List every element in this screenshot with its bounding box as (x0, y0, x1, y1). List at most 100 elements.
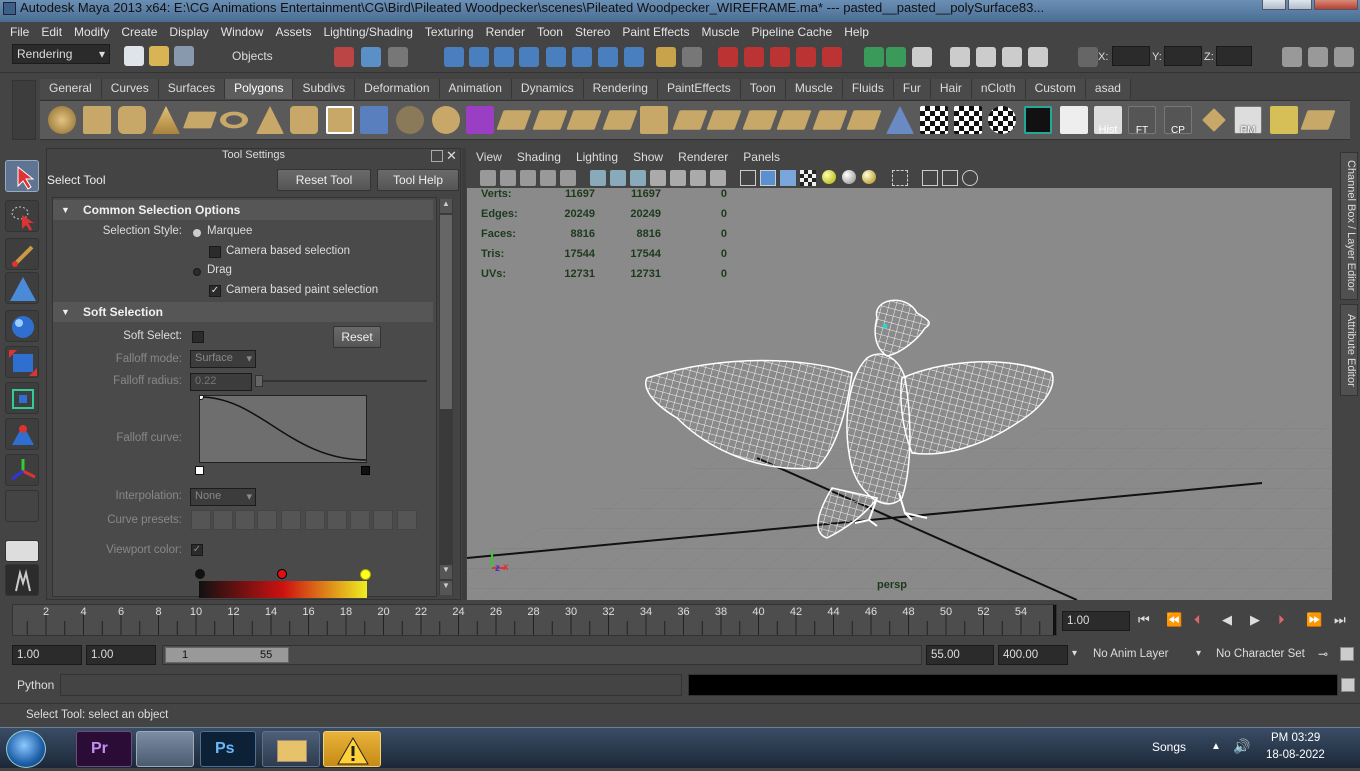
falloff-curve-graph[interactable] (198, 394, 367, 463)
marquee-radio[interactable] (193, 229, 201, 237)
universal-manipulator-icon[interactable] (5, 382, 39, 414)
time-slider[interactable]: 2 4 6 8 10 12 14 16 18 20 22 24 26 28 30 32 34 36 38 40 42 44… (12, 604, 1057, 636)
extrude-icon[interactable] (496, 110, 532, 130)
toggle-attribute-editor-icon[interactable] (1282, 47, 1302, 67)
shelf-tab-curves[interactable]: Curves (101, 79, 159, 99)
paint-select-tool-icon[interactable] (5, 238, 39, 270)
shelf-tab-rendering[interactable]: Rendering (583, 79, 658, 99)
menu-texturing[interactable]: Texturing (419, 25, 480, 39)
anim-layer-label[interactable]: No Anim Layer (1093, 648, 1168, 660)
bookmarks-icon[interactable] (520, 170, 536, 186)
shelf-tab-dynamics[interactable]: Dynamics (511, 79, 584, 99)
safe-title-icon[interactable] (710, 170, 726, 186)
select-by-curve-icon[interactable] (494, 47, 514, 67)
select-tool-icon[interactable] (5, 160, 39, 192)
soft-select-checkbox[interactable] (192, 331, 204, 343)
falloff-radius-slider-track[interactable] (257, 380, 427, 382)
selection-mode-dropdown[interactable]: Objects (228, 47, 324, 67)
paint-tool-icon[interactable] (1202, 108, 1226, 132)
planar-mapping-icon[interactable] (920, 106, 948, 134)
minimize-button[interactable] (1262, 0, 1286, 10)
command-input[interactable] (60, 674, 682, 696)
object-mode-icon[interactable] (361, 47, 381, 67)
layout-icon[interactable] (5, 540, 39, 562)
falloff-radius-field[interactable]: 0.22 (190, 373, 252, 391)
soft-selection-header[interactable]: Soft Selection (53, 302, 433, 322)
poly-cylinder-icon[interactable] (118, 106, 146, 134)
bridge-icon[interactable] (532, 110, 568, 130)
image-plane-icon[interactable] (540, 170, 556, 186)
step-forward-frame-icon[interactable]: ⏩ (1306, 612, 1322, 628)
poly-cone-icon[interactable] (152, 106, 180, 134)
channel-box-tab[interactable]: Channel Box / Layer Editor (1340, 152, 1358, 300)
append-polygon-icon[interactable] (566, 110, 602, 130)
preset-double-bell-icon[interactable] (305, 510, 325, 530)
select-by-deformation-icon[interactable] (546, 47, 566, 67)
scroll-up-icon[interactable]: ▲ (440, 199, 452, 213)
woodpecker-wireframe-model[interactable] (637, 298, 1057, 548)
poly-pipe-icon[interactable] (290, 106, 318, 134)
end-time-field[interactable]: 400.00 (998, 645, 1068, 665)
bevel-icon[interactable] (706, 110, 742, 130)
soft-select-reset-button[interactable]: Reset (333, 326, 381, 348)
smooth-icon[interactable] (432, 106, 460, 134)
play-forwards-icon[interactable]: ▶ (1250, 612, 1260, 628)
viewport-menu-shading[interactable]: Shading (517, 150, 561, 164)
make-live-icon[interactable] (822, 47, 842, 67)
insert-edge-loop-icon[interactable] (640, 106, 668, 134)
menu-display[interactable]: Display (163, 25, 214, 39)
warning-taskbar-icon[interactable] (323, 731, 381, 767)
menu-render[interactable]: Render (480, 25, 531, 39)
grid-icon[interactable] (590, 170, 606, 186)
construction-history-icon[interactable] (886, 47, 906, 67)
snap-to-point-icon[interactable] (770, 47, 790, 67)
auto-key-icon[interactable]: ⊸ (1318, 647, 1328, 661)
hist-icon[interactable]: Hist (1094, 106, 1122, 136)
camera-based-selection-checkbox[interactable] (209, 246, 221, 258)
character-set-arrow-icon[interactable]: ▾ (1196, 648, 1201, 659)
y-field[interactable] (1164, 46, 1202, 66)
snap-to-curve-icon[interactable] (744, 47, 764, 67)
select-camera-icon[interactable] (480, 170, 496, 186)
shelf-tab-polygons[interactable]: Polygons (225, 79, 294, 99)
color-key-black[interactable] (195, 569, 205, 579)
textured-icon[interactable] (800, 170, 816, 186)
wireframe-on-shaded-icon[interactable] (780, 170, 796, 186)
show-manipulator-icon[interactable] (5, 454, 39, 486)
viewport-menu-panels[interactable]: Panels (743, 150, 780, 164)
camera-based-paint-checkbox[interactable]: ✓ (209, 285, 221, 297)
go-to-start-icon[interactable]: ⏮ (1138, 612, 1150, 628)
snap-to-plane-icon[interactable] (796, 47, 816, 67)
hypershade-icon[interactable] (1002, 47, 1022, 67)
save-scene-icon[interactable] (174, 46, 194, 66)
shelf-tab-asad[interactable]: asad (1085, 79, 1131, 99)
preset-ease-in-icon[interactable] (213, 510, 233, 530)
clock-time[interactable]: PM 03:29 (1271, 732, 1320, 744)
color-key-red[interactable] (277, 569, 287, 579)
shelf-tab-deformation[interactable]: Deformation (355, 79, 440, 99)
split-polygon-icon[interactable] (602, 110, 638, 130)
soft-modification-tool-icon[interactable] (5, 418, 39, 450)
viewport-menu-renderer[interactable]: Renderer (678, 150, 728, 164)
two-d-pan-zoom-icon[interactable] (560, 170, 576, 186)
menu-muscle[interactable]: Muscle (696, 25, 746, 39)
shelf-tab-fur[interactable]: Fur (893, 79, 931, 99)
curve-start-key[interactable] (195, 466, 204, 475)
menu-assets[interactable]: Assets (269, 25, 317, 39)
menu-pipeline-cache[interactable]: Pipeline Cache (746, 25, 839, 39)
maya-taskbar-icon[interactable] (136, 731, 194, 767)
viewport-menu-lighting[interactable]: Lighting (576, 150, 618, 164)
bool-icon[interactable] (466, 106, 494, 134)
tool-help-button[interactable]: Tool Help (377, 169, 459, 191)
menu-stereo[interactable]: Stereo (569, 25, 616, 39)
poly-cube-icon[interactable] (83, 106, 111, 134)
menu-help[interactable]: Help (838, 25, 875, 39)
attribute-editor-tab[interactable]: Attribute Editor (1340, 304, 1358, 396)
falloff-mode-dropdown[interactable]: Surface ▾ (190, 350, 256, 368)
menu-set-dropdown[interactable]: Rendering ▾ (12, 44, 110, 64)
shelf-menu-button[interactable] (12, 80, 36, 140)
scale-tool-icon[interactable] (5, 346, 39, 378)
x-field[interactable] (1112, 46, 1150, 66)
menu-modify[interactable]: Modify (68, 25, 115, 39)
select-by-handle-icon[interactable] (444, 47, 464, 67)
